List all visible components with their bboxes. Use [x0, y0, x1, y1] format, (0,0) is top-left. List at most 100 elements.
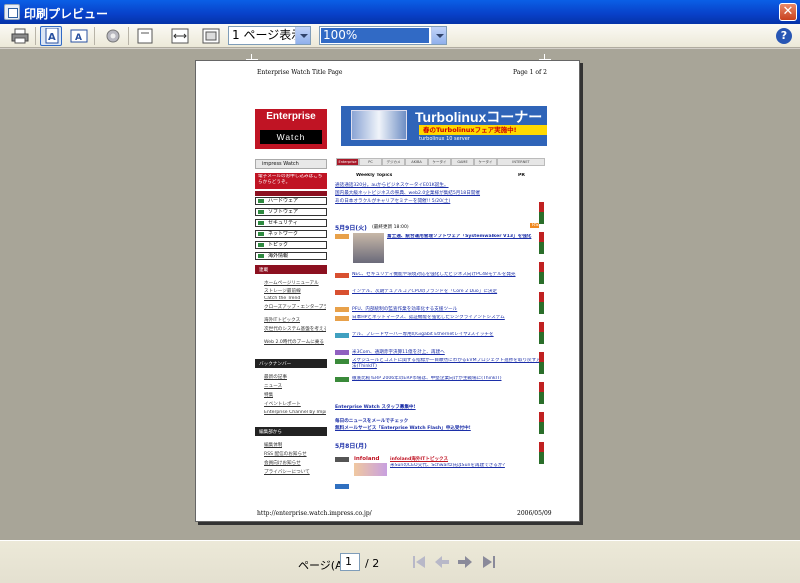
- feature-link[interactable]: クローズアップ・エンタープライズ: [264, 304, 326, 310]
- print-button[interactable]: [8, 26, 30, 46]
- first-page-button[interactable]: [410, 553, 428, 571]
- headline-photo[interactable]: [353, 233, 384, 263]
- landscape-button[interactable]: A: [67, 26, 89, 46]
- page-header-left: Enterprise Watch Title Page: [257, 69, 343, 76]
- mail-promo-box[interactable]: 電子メールのお申し込みはこちらからどうぞ。: [255, 173, 327, 189]
- side-menu-item[interactable]: ソフトウェア: [255, 208, 327, 216]
- feature-heading: 連載: [259, 268, 269, 273]
- previous-page-button[interactable]: [433, 553, 451, 571]
- news-link[interactable]: デル、ブレードサーバー専用のGigabit Ethernetレイヤ2スイッチを: [352, 332, 542, 338]
- topic-link[interactable]: あの日本オラクルがキャリアセミナーを開催!! 5/20(土): [335, 198, 540, 204]
- side-menu-item[interactable]: セキュリティ: [255, 219, 327, 227]
- date-heading: 5月8日(月): [335, 443, 367, 450]
- editor-heading: 編集部から: [259, 430, 282, 435]
- side-menu-item[interactable]: トピック: [255, 241, 327, 249]
- page-setup-button[interactable]: [101, 26, 123, 46]
- portrait-icon: A: [45, 28, 59, 44]
- title-bar: 印刷プレビュー ✕: [0, 0, 800, 24]
- page-number-input[interactable]: 1: [340, 553, 360, 571]
- page-sheet: Enterprise Watch Title Page Page 1 of 2 …: [195, 60, 580, 522]
- feature-link[interactable]: 次世代のシステム基盤を考える: [264, 326, 326, 332]
- shrink-to-fit-button[interactable]: [199, 26, 221, 46]
- backnumber-link[interactable]: 特集: [264, 392, 273, 398]
- editor-link[interactable]: 編集体制: [264, 442, 282, 448]
- chevron-down-icon[interactable]: [295, 27, 310, 44]
- news-link[interactable]: 徹底比較!ERP 2006年のERP市場は、中堅企業向けが主戦場に(ThinkI…: [352, 376, 542, 382]
- next-page-button[interactable]: [456, 553, 474, 571]
- mail-news-link[interactable]: 無料メールサービス「Enterprise Watch Flash」申込受付中!: [335, 425, 471, 431]
- category-icon: [335, 234, 349, 239]
- side-menu-item[interactable]: 海外情報: [255, 252, 327, 260]
- svg-text:A: A: [48, 32, 56, 43]
- date-heading: 5月9日(火): [335, 225, 367, 232]
- nav-tab[interactable]: ケータイ: [474, 158, 497, 166]
- turbolinux-banner[interactable]: Turbolinuxコーナー 春のTurbolinuxフェア実施中! turbo…: [341, 106, 547, 146]
- news-link[interactable]: 米3Com、通期赤字決算11億を計上、再建へ: [352, 349, 542, 355]
- page-navigation-bar: ページ(A) 1 / 2: [0, 540, 800, 583]
- nav-tab[interactable]: Enterprise: [336, 158, 359, 166]
- editor-link[interactable]: RSS 配信のお知らせ: [264, 451, 307, 457]
- window-title: 印刷プレビュー: [24, 7, 109, 21]
- nav-tab[interactable]: GAME: [451, 158, 474, 166]
- news-link[interactable]: スケジュールとコストに関する指標が一目瞭然にわかるEVMプロジェクト進捗を取り戻…: [352, 358, 542, 370]
- backnumber-link[interactable]: 最新の記事: [264, 374, 287, 380]
- page-width-icon: [171, 28, 189, 44]
- mail-news-line1: 毎日のニュースをメールでチェック: [335, 419, 409, 424]
- enterprise-watch-logo[interactable]: Enterprise Watch: [255, 109, 327, 149]
- infoland-logo[interactable]: infoland: [354, 456, 379, 462]
- help-button[interactable]: ?: [776, 28, 792, 44]
- feature-link[interactable]: Catch the Trend: [264, 296, 300, 301]
- landscape-icon: A: [70, 29, 88, 43]
- infoland-banner[interactable]: [354, 463, 387, 476]
- topic-link[interactable]: 通話通話320分。auからビジネスケータイE01K誕生。: [335, 182, 540, 188]
- preview-area[interactable]: Enterprise Watch Title Page Page 1 of 2 …: [0, 49, 800, 540]
- feature-link[interactable]: ストレージ最前線: [264, 288, 301, 294]
- topic-link[interactable]: 国内最大級ネットビジネスの祭典、web2.0企業様が集結5月18日開催: [335, 190, 540, 196]
- news-link[interactable]: 日本HPとネットマークス、認証機能を強化したシンクライアントシステム: [352, 315, 542, 321]
- close-button[interactable]: ✕: [779, 3, 797, 21]
- page-total: / 2: [365, 557, 380, 570]
- staff-wanted-link[interactable]: Enterprise Watch スタッフ募集中!: [335, 404, 416, 410]
- news-link[interactable]: インテル、次期デュアルコアCPUのブランドを「Core 2 Duo」に決定: [352, 289, 542, 295]
- news-link[interactable]: PFU、内部統制の監査作業を効率化する支援ツール: [352, 306, 542, 312]
- feature-link[interactable]: Web 2.0時代のブームに乗る: [264, 339, 326, 345]
- page-view-select[interactable]: 1 ページ表示: [228, 26, 311, 45]
- chevron-down-icon[interactable]: [431, 27, 446, 44]
- feature-link[interactable]: 海外ITトピックス: [264, 317, 300, 323]
- nav-tab[interactable]: INTERNET: [497, 158, 545, 166]
- zoom-value: 100%: [321, 28, 429, 43]
- news-link[interactable]: NEC、セキュリティ機能や環境対応を強化したビジネス向けPC48モデルを発売: [352, 272, 542, 278]
- page-header-right: Page 1 of 2: [513, 69, 547, 76]
- last-page-icon: [483, 556, 495, 568]
- page-footer-left: http://enterprise.watch.impress.co.jp/: [257, 510, 372, 517]
- side-menu-item[interactable]: ハードウェア: [255, 197, 327, 205]
- full-page-button[interactable]: [133, 26, 155, 46]
- impress-watch-link[interactable]: impress Watch: [255, 159, 327, 169]
- last-page-button[interactable]: [480, 553, 498, 571]
- page-footer-right: 2006/05/09: [517, 510, 552, 517]
- page-width-button[interactable]: [168, 26, 190, 46]
- print-preview-icon: [4, 4, 20, 20]
- portrait-button[interactable]: A: [40, 26, 62, 46]
- nav-tab[interactable]: PC: [359, 158, 382, 166]
- feature-link[interactable]: ホームページリニューアル: [264, 280, 319, 286]
- pr-label: PR: [518, 173, 525, 178]
- backnumber-heading: バックナンバー: [259, 362, 292, 367]
- headline-link[interactable]: 富士通、統合運用管理ソフトウェア「Systemwalker V13」を強化: [387, 234, 542, 240]
- backnumber-link[interactable]: イベントレポート: [264, 401, 301, 407]
- page-setup-gear-icon: [106, 29, 120, 43]
- shrink-to-fit-icon: [202, 28, 220, 44]
- infoland-title-link[interactable]: infoland海外ITトピックス: [390, 456, 448, 462]
- editor-link[interactable]: 会員向けお知らせ: [264, 460, 301, 466]
- first-page-icon: [413, 556, 425, 568]
- nav-tab[interactable]: デジカメ: [382, 158, 405, 166]
- backnumber-link[interactable]: ニュース: [264, 383, 282, 389]
- right-ad-strip: [539, 202, 544, 464]
- zoom-select[interactable]: 100%: [319, 26, 447, 45]
- nav-tab[interactable]: AKIBA: [405, 158, 428, 166]
- nav-tab[interactable]: ケータイ: [428, 158, 451, 166]
- editor-link[interactable]: プライバシーについて: [264, 469, 310, 475]
- backnumber-link[interactable]: Enterprise Channel by Impress TV: [264, 410, 326, 415]
- side-menu-item[interactable]: ネットワーク: [255, 230, 327, 238]
- infoland-article-link[interactable]: 米SunのCEO交代、Schwartz氏はSunを再建できるか?: [390, 463, 542, 469]
